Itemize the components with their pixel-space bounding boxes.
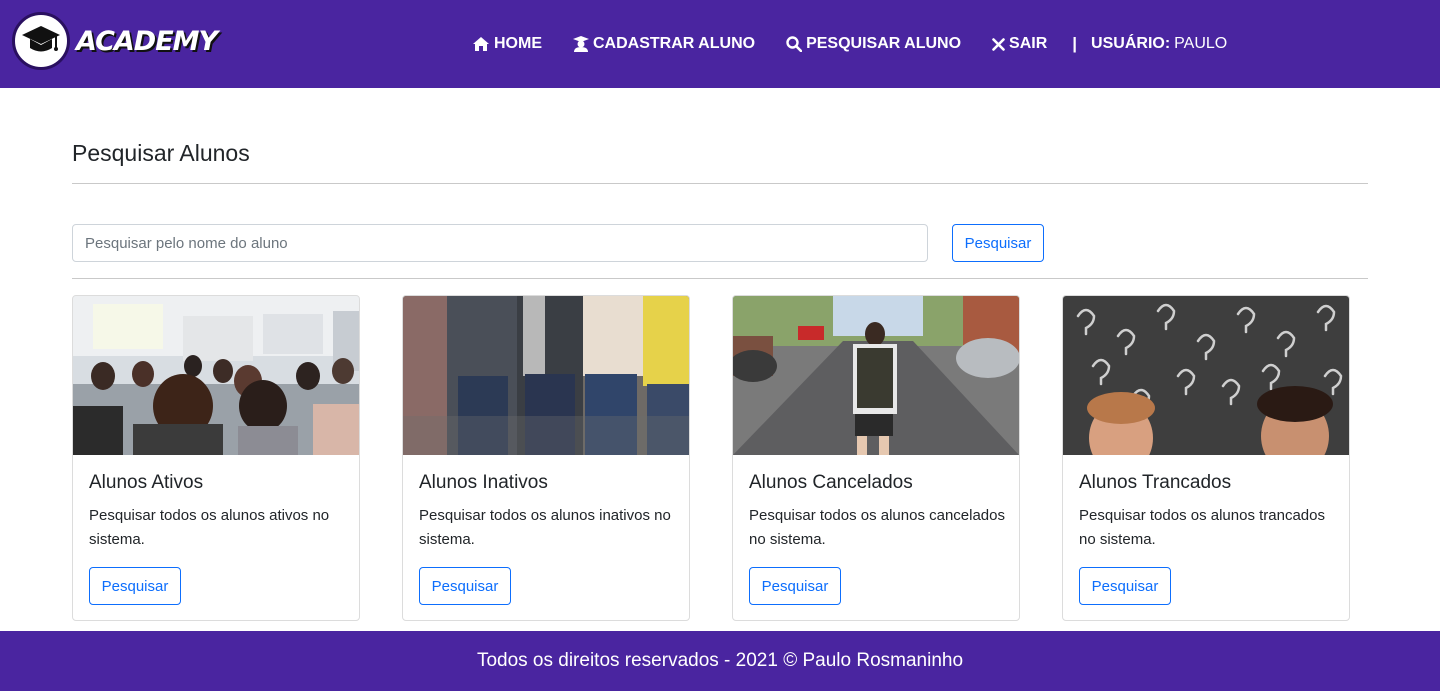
nav-pesquisar-aluno-link[interactable]: PESQUISAR ALUNO [786, 35, 961, 53]
nav-sair-label: SAIR [1009, 35, 1048, 52]
user-label: USUÁRIO: [1091, 35, 1171, 52]
divider [72, 278, 1368, 279]
main-nav: HOME CADASTRAR ALUNO PESQUISAR ALUNO SAI… [472, 0, 1227, 88]
nav-home-label: HOME [494, 35, 542, 52]
card-alunos-ativos: Alunos Ativos Pesquisar todos os alunos … [72, 295, 360, 621]
nav-sair-link[interactable]: SAIR [992, 35, 1047, 53]
search-input[interactable] [72, 224, 928, 262]
page-title: Pesquisar Alunos [72, 140, 250, 166]
footer-text: Todos os direitos reservados - 2021 © Pa… [476, 650, 964, 671]
card-title: Alunos Trancados [1079, 472, 1232, 493]
card-title: Alunos Ativos [89, 472, 204, 493]
card-alunos-trancados: Alunos Trancados Pesquisar todos os alun… [1062, 295, 1350, 621]
user-graduate-icon [573, 36, 589, 52]
brand-logo[interactable]: ACADEMY [12, 12, 218, 70]
card-title: Alunos Cancelados [749, 472, 913, 493]
card-pesquisar-button[interactable]: Pesquisar [1079, 567, 1171, 605]
card-pesquisar-button[interactable]: Pesquisar [749, 567, 841, 605]
card-alunos-inativos: Alunos Inativos Pesquisar todos os aluno… [402, 295, 690, 621]
card-text: Pesquisar todos os alunos cancelados no … [749, 507, 1005, 548]
people-standing-photo [403, 296, 689, 455]
close-icon [992, 37, 1005, 51]
nav-separator: | [1072, 34, 1078, 53]
card-text: Pesquisar todos os alunos inativos no si… [419, 507, 671, 548]
student-walking-street-photo [733, 296, 1019, 455]
card-pesquisar-button[interactable]: Pesquisar [89, 567, 181, 605]
divider [72, 183, 1368, 184]
user-name: PAULO [1174, 35, 1228, 52]
home-icon [473, 37, 489, 51]
card-text: Pesquisar todos os alunos ativos no sist… [89, 507, 330, 548]
brand-name: ACADEMY [76, 25, 218, 57]
card-title: Alunos Inativos [419, 472, 548, 493]
top-navbar: ACADEMY HOME CADASTRAR ALUNO PESQUISAR A… [0, 0, 1440, 88]
card-text: Pesquisar todos os alunos trancados no s… [1079, 507, 1325, 548]
nav-cadastrar-aluno-link[interactable]: CADASTRAR ALUNO [573, 35, 755, 53]
nav-cadastrar-label: CADASTRAR ALUNO [593, 35, 756, 52]
question-marks-photo [1063, 296, 1349, 455]
page-footer: Todos os direitos reservados - 2021 © Pa… [0, 631, 1440, 691]
nav-home-link[interactable]: HOME [472, 35, 542, 53]
nav-pesquisar-label: PESQUISAR ALUNO [806, 35, 962, 52]
card-pesquisar-button[interactable]: Pesquisar [419, 567, 511, 605]
classroom-photo [73, 296, 359, 455]
search-button[interactable]: Pesquisar [952, 224, 1044, 262]
search-icon [786, 36, 803, 52]
graduation-cap-icon [12, 12, 70, 70]
card-alunos-cancelados: Alunos Cancelados Pesquisar todos os alu… [732, 295, 1020, 621]
